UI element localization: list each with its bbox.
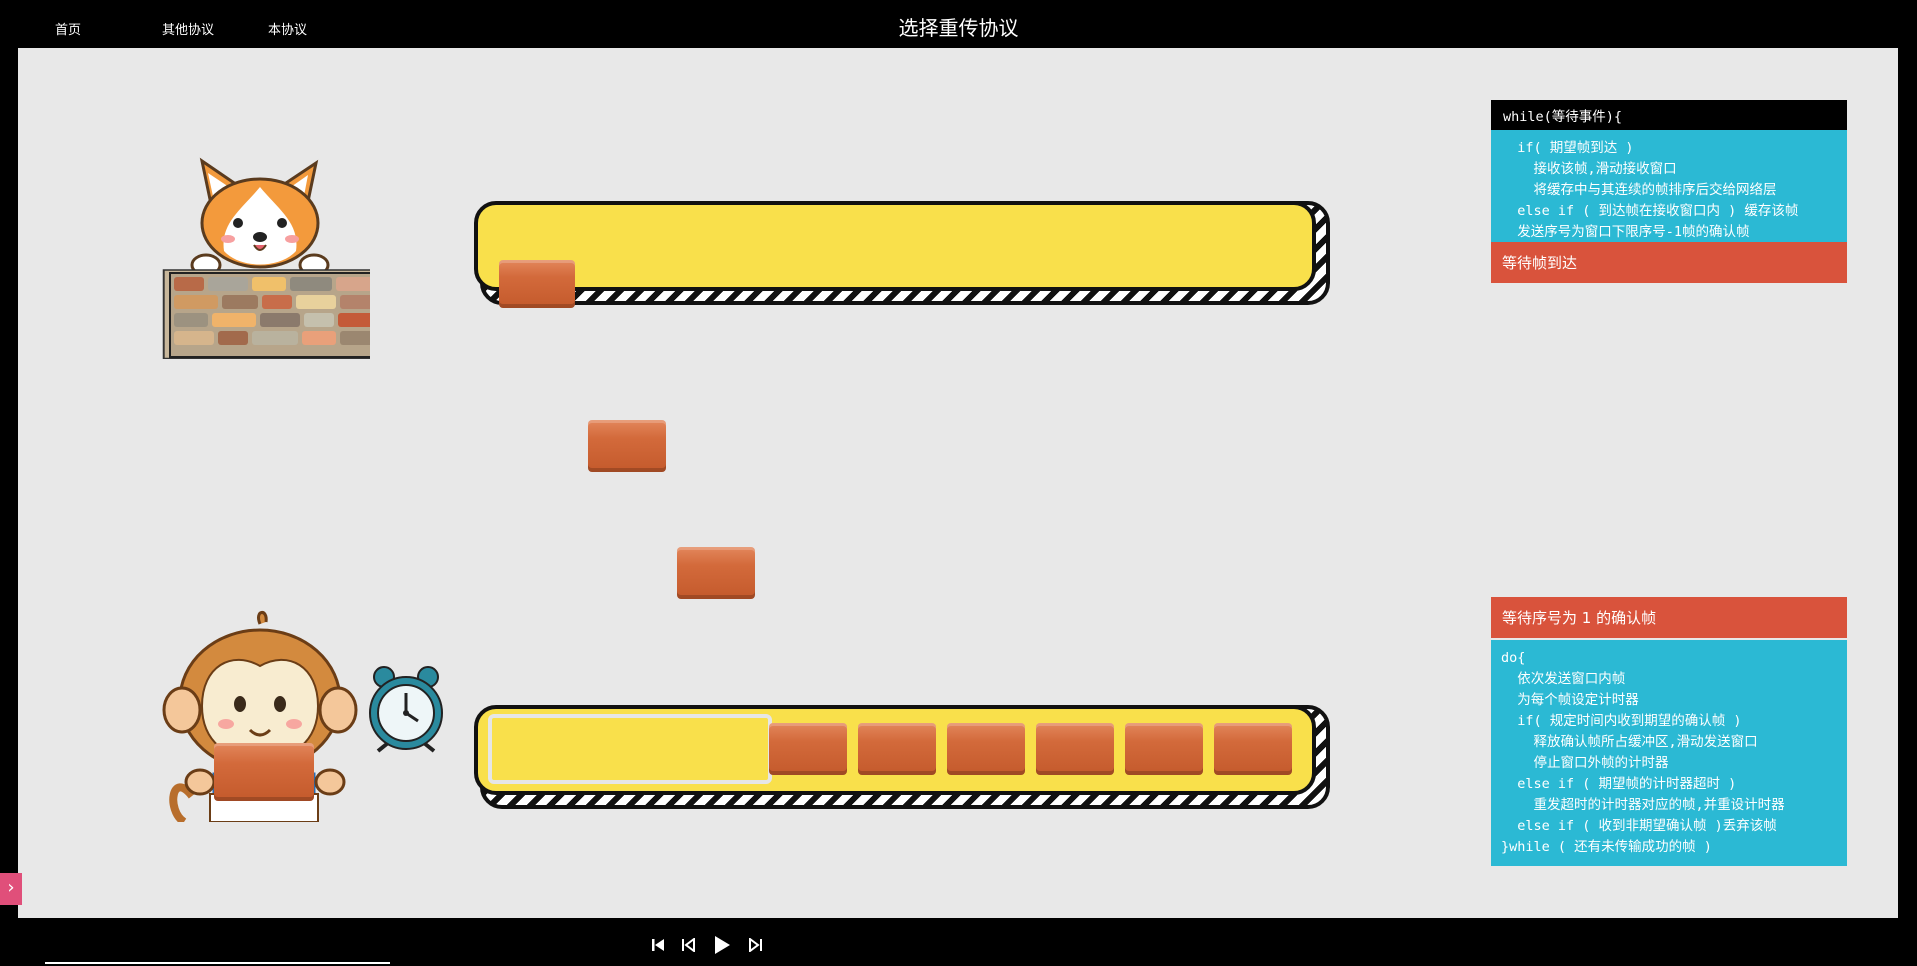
page-title: 选择重传协议 bbox=[898, 16, 1019, 40]
sender-code-line: 释放确认帧所占缓冲区,滑动发送窗口 bbox=[1501, 734, 1758, 750]
sender-code-line: else if ( 收到非期望确认帧 )丢弃该帧 bbox=[1501, 818, 1777, 834]
sender-code-line: do{ bbox=[1501, 650, 1526, 666]
receiver-code-line: 发送序号为窗口下限序号-1帧的确认帧 bbox=[1501, 224, 1750, 240]
sender-frame-brick bbox=[858, 723, 936, 775]
sender-code-line: 停止窗口外帧的计时器 bbox=[1501, 755, 1669, 771]
skip-to-start-icon[interactable] bbox=[651, 938, 665, 952]
step-forward-icon[interactable] bbox=[749, 938, 763, 952]
sender-frame-brick bbox=[1214, 723, 1292, 775]
playback-controls bbox=[0, 934, 1917, 958]
receiver-status: 等待帧到达 bbox=[1491, 242, 1847, 283]
sender-code-line: }while ( 还有未传输成功的帧 ) bbox=[1501, 839, 1712, 855]
sender-code-line: 依次发送窗口内帧 bbox=[1501, 671, 1626, 687]
top-nav: 首页 其他协议 本协议 选择重传协议 bbox=[0, 0, 1917, 48]
sender-window-highlight bbox=[488, 714, 772, 784]
sender-code-line: 重发超时的计时器对应的帧,并重设计时器 bbox=[1501, 797, 1785, 813]
receiver-code-panel: while(等待事件){ if( 期望帧到达 ) 接收该帧,滑动接收窗口 将缓存… bbox=[1491, 100, 1847, 251]
step-back-icon[interactable] bbox=[681, 938, 695, 952]
sender-code-line: if( 规定时间内收到期望的确认帧 ) bbox=[1501, 713, 1742, 729]
in-flight-frame-brick bbox=[677, 547, 755, 599]
in-flight-frame-brick bbox=[588, 420, 666, 472]
receiver-code-line: 将缓存中与其连续的帧排序后交给网络层 bbox=[1501, 182, 1777, 198]
sender-code-line: 为每个帧设定计时器 bbox=[1501, 692, 1639, 708]
sender-frame-brick bbox=[1125, 723, 1203, 775]
playback-progress[interactable] bbox=[45, 962, 390, 964]
chevron-right-icon: › bbox=[7, 877, 15, 898]
side-panel-toggle[interactable]: › bbox=[0, 873, 22, 905]
received-frame-brick bbox=[499, 260, 575, 308]
sender-frame-brick bbox=[947, 723, 1025, 775]
receiver-code-line: if( 期望帧到达 ) bbox=[1501, 140, 1634, 156]
sender-frame-brick bbox=[769, 723, 847, 775]
alarm-clock-icon bbox=[369, 666, 443, 753]
receiver-code-line: 接收该帧,滑动接收窗口 bbox=[1501, 161, 1677, 177]
receiver-loop-head: while(等待事件){ bbox=[1491, 100, 1847, 130]
sender-code-block: do{ 依次发送窗口内帧 为每个帧设定计时器 if( 规定时间内收到期望的确认帧… bbox=[1491, 640, 1847, 866]
play-icon[interactable] bbox=[713, 935, 731, 955]
sender-status: 等待序号为 1 的确认帧 bbox=[1491, 597, 1847, 638]
monkey-held-brick bbox=[214, 743, 314, 801]
receiver-code-line: else if ( 到达帧在接收窗口内 ) 缓存该帧 bbox=[1501, 203, 1799, 219]
sender-frame-brick bbox=[1036, 723, 1114, 775]
receiver-window-track bbox=[474, 201, 1316, 291]
corgi-receiver-icon bbox=[162, 157, 370, 359]
sender-code-line: else if ( 期望帧的计时器超时 ) bbox=[1501, 776, 1737, 792]
receiver-code-block: if( 期望帧到达 ) 接收该帧,滑动接收窗口 将缓存中与其连续的帧排序后交给网… bbox=[1491, 130, 1847, 251]
